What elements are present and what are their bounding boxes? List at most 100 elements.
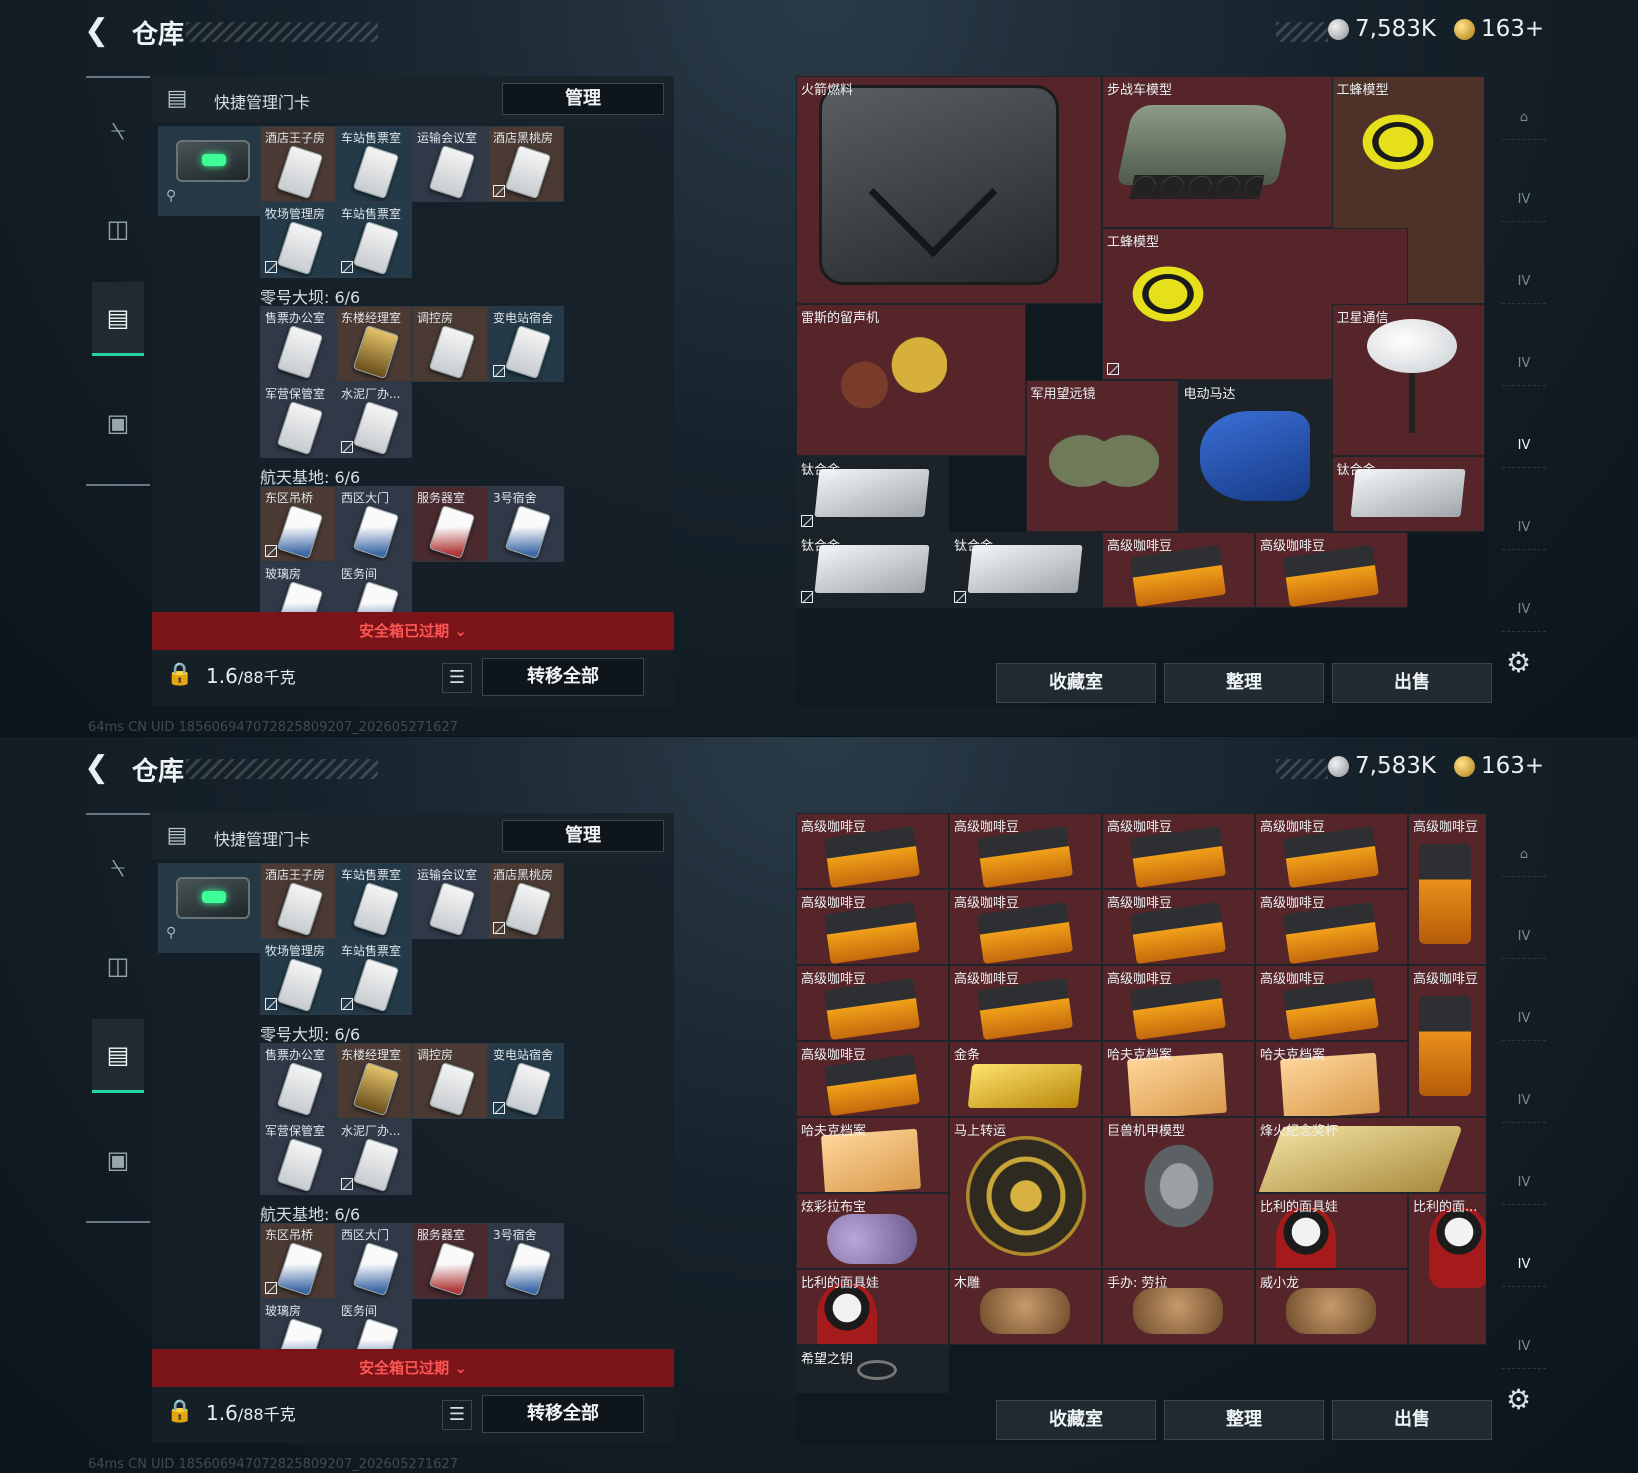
armory-icon[interactable]: IV [1502, 915, 1546, 959]
storage-item[interactable]: 高级咖啡豆 [796, 1041, 949, 1117]
keycard-tab[interactable]: ▤ [92, 1019, 144, 1093]
rig-icon[interactable]: IV [1502, 260, 1546, 304]
storage-item[interactable]: 哈夫克档案 [796, 1117, 949, 1193]
storage-item[interactable]: 电动马达 [1178, 380, 1332, 532]
keycard-list[interactable]: ⚲ 酒店王子房 车站售票室 运输会议室 酒店黑桃房 牧场管理房 车站售票室 零号大坝: 6/… [152, 124, 674, 612]
collection-icon[interactable]: IV [1502, 1243, 1546, 1287]
storage-grid[interactable]: 火箭燃料 步战车模型 工蜂模型 工蜂模型 雷斯的留声机 卫星通信 军用望远镜 电动马达 钛合金钛… [796, 76, 1486, 656]
keycard-slot[interactable]: 牧场管理房 [260, 939, 336, 1015]
storage-item[interactable]: 金条 [949, 1041, 1102, 1117]
storage-item[interactable]: 钛合金 [1331, 456, 1485, 532]
keycard-slot[interactable]: 3号宿舍 [488, 486, 564, 562]
keycard-slot[interactable]: 车站售票室 [336, 126, 412, 202]
settings-gear-icon[interactable]: ⚙ [1506, 1383, 1531, 1416]
keycard-slot[interactable]: 售票办公室 [260, 1043, 336, 1119]
keycard-slot[interactable]: 变电站宿舍 [488, 1043, 564, 1119]
sort-button[interactable]: 整理 [1164, 663, 1324, 703]
manage-button[interactable]: 管理 [502, 83, 664, 115]
storage-item[interactable]: 高级咖啡豆 [796, 813, 949, 889]
storage-item[interactable]: 钛合金 [796, 456, 949, 532]
keycard-slot[interactable]: 服务器室 [412, 1223, 488, 1299]
storage-item[interactable]: 高级咖啡豆 [1102, 965, 1255, 1041]
storage-item[interactable]: 哈夫克档案 [1255, 1041, 1408, 1117]
keycard-slot[interactable]: 车站售票室 [336, 939, 412, 1015]
keycard-slot[interactable]: 酒店黑桃房 [488, 863, 564, 939]
storage-item[interactable]: 高级咖啡豆 [1102, 889, 1255, 965]
keycard-holder-thumbnail[interactable]: ⚲ [158, 126, 260, 216]
gear-icon-2[interactable]: IV [1502, 342, 1546, 386]
storage-item[interactable]: 烽火纪念奖杯 [1255, 1117, 1486, 1193]
keycard-slot[interactable]: 东楼经理室 [336, 1043, 412, 1119]
sell-button[interactable]: 出售 [1332, 1400, 1492, 1440]
transfer-all-button[interactable]: 转移全部 [482, 1395, 644, 1433]
keycard-slot[interactable]: 军营保管室 [260, 1119, 336, 1195]
keycard-slot[interactable]: 医务间 [336, 1299, 412, 1349]
storage-item[interactable]: 军用望远镜 [1025, 380, 1179, 532]
keycard-tab[interactable]: ▤ [92, 282, 144, 356]
gold-currency[interactable]: 163+ [1454, 753, 1544, 779]
keycard-slot[interactable]: 运输会议室 [412, 863, 488, 939]
vault-icon[interactable]: ⌂ [1502, 833, 1546, 877]
keycard-slot[interactable]: 运输会议室 [412, 126, 488, 202]
storage-item[interactable]: 木雕 [949, 1269, 1102, 1345]
list-view-button[interactable]: ☰ [442, 663, 472, 693]
storage-item[interactable]: 巨兽机甲模型 [1102, 1117, 1255, 1269]
manage-button[interactable]: 管理 [502, 820, 664, 852]
collection-room-button[interactable]: 收藏室 [996, 1400, 1156, 1440]
storage-item[interactable]: 比利的面... [1408, 1193, 1486, 1345]
keycard-slot[interactable]: 东楼经理室 [336, 306, 412, 382]
back-arrow-icon[interactable]: ❮ [84, 751, 118, 785]
keycard-slot[interactable]: 车站售票室 [336, 863, 412, 939]
armor-tab[interactable]: ◫ [92, 192, 144, 266]
keycard-slot[interactable]: 变电站宿舍 [488, 306, 564, 382]
keycard-slot[interactable]: 酒店王子房 [260, 863, 336, 939]
storage-item[interactable]: 比利的面具娃 [1255, 1193, 1408, 1269]
storage-item[interactable]: 高级咖啡豆 [1102, 813, 1255, 889]
storage-item[interactable]: 炫彩拉布宝 [796, 1193, 949, 1269]
settings-gear-icon[interactable]: ⚙ [1506, 646, 1531, 679]
storage-item[interactable]: 卫星通信 [1331, 304, 1485, 456]
keycard-slot[interactable]: 售票办公室 [260, 306, 336, 382]
storage-item[interactable]: 雷斯的留声机 [796, 304, 1026, 456]
storage-item[interactable]: 高级咖啡豆 [1255, 813, 1408, 889]
storage-item[interactable]: 高级咖啡豆 [949, 889, 1102, 965]
keycard-list[interactable]: ⚲ 酒店王子房 车站售票室 运输会议室 酒店黑桃房 牧场管理房 车站售票室 零号大坝: 6/… [152, 861, 674, 1349]
gold-currency[interactable]: 163+ [1454, 16, 1544, 42]
backpack-icon[interactable]: IV [1502, 424, 1546, 468]
transfer-all-button[interactable]: 转移全部 [482, 658, 644, 696]
safe-box-expired-banner[interactable]: 安全箱已过期 ⌄ [152, 612, 674, 650]
storage-item[interactable]: 高级咖啡豆 [796, 965, 949, 1041]
weapon-tab[interactable]: ⍀ [92, 94, 144, 168]
storage-item[interactable]: 哈夫克档案 [1102, 1041, 1255, 1117]
keycard-slot[interactable]: 水泥厂办... [336, 382, 412, 458]
keycard-holder-thumbnail[interactable]: ⚲ [158, 863, 260, 953]
storage-item[interactable]: 高级咖啡豆 [1255, 889, 1408, 965]
gear-icon-2[interactable]: IV [1502, 1079, 1546, 1123]
keycard-slot[interactable]: 酒店王子房 [260, 126, 336, 202]
storage-item[interactable]: 希望之钥 [796, 1345, 949, 1393]
keycard-slot[interactable]: 服务器室 [412, 486, 488, 562]
storage-item[interactable]: 高级咖啡豆 [949, 965, 1102, 1041]
keycard-slot[interactable]: 调控房 [412, 306, 488, 382]
keycard-slot[interactable]: 玻璃房 [260, 562, 336, 612]
keycard-slot[interactable]: 东区吊桥 [260, 486, 336, 562]
misc-icon[interactable]: IV [1502, 1325, 1546, 1369]
rig-icon[interactable]: IV [1502, 997, 1546, 1041]
keycard-slot[interactable]: 西区大门 [336, 486, 412, 562]
armor-tab[interactable]: ◫ [92, 929, 144, 1003]
storage-item[interactable]: 钛合金 [796, 532, 949, 608]
armory-icon[interactable]: IV [1502, 178, 1546, 222]
storage-item[interactable]: 手办: 劳拉 [1102, 1269, 1255, 1345]
storage-item[interactable]: 高级咖啡豆 [949, 813, 1102, 889]
list-view-button[interactable]: ☰ [442, 1400, 472, 1430]
storage-item[interactable]: 高级咖啡豆 [1255, 532, 1408, 608]
keycard-slot[interactable]: 酒店黑桃房 [488, 126, 564, 202]
keycard-slot[interactable]: 牧场管理房 [260, 202, 336, 278]
safe-box-expired-banner[interactable]: 安全箱已过期 ⌄ [152, 1349, 674, 1387]
keycard-slot[interactable]: 调控房 [412, 1043, 488, 1119]
keycard-slot[interactable]: 车站售票室 [336, 202, 412, 278]
weapon-tab[interactable]: ⍀ [92, 831, 144, 905]
storage-item[interactable]: 高级咖啡豆 [1102, 532, 1255, 608]
sell-button[interactable]: 出售 [1332, 663, 1492, 703]
keycard-slot[interactable]: 军营保管室 [260, 382, 336, 458]
